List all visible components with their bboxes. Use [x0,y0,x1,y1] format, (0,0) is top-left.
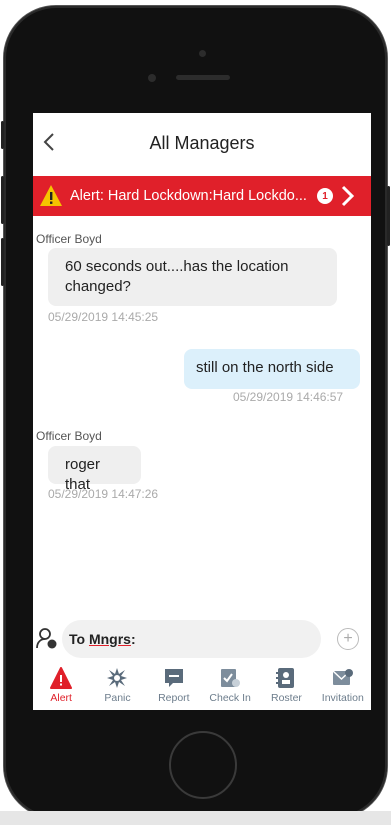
speaker-grille [176,75,230,80]
tab-label: Check In [209,692,251,704]
tab-report[interactable]: Report [146,663,202,710]
tab-bar: Alert Panic Report Check In Roster Invit… [33,663,371,710]
message-timestamp: 05/29/2019 14:47:26 [48,487,159,501]
message-bubble-incoming: roger that [48,446,141,493]
volume-down-button [1,238,4,286]
tab-label: Alert [50,692,72,704]
tab-label: Roster [271,692,302,704]
tab-label: Panic [104,692,131,704]
alert-banner[interactable]: Alert: Hard Lockdown:Hard Lockdo... 1 [33,176,371,216]
message-timestamp: 05/29/2019 14:45:25 [48,310,159,324]
roster-icon [276,668,295,688]
front-camera [148,74,156,82]
message-bubble-incoming: 60 seconds out....has the location chang… [48,248,337,306]
back-button[interactable] [39,129,59,155]
recipient-label: To Mngrs: [69,631,136,647]
header: All Managers [33,113,371,173]
alert-count-badge: 1 [317,188,333,204]
home-button[interactable] [169,731,237,799]
message-sender: Officer Boyd [36,429,102,443]
app-screen: All Managers Alert: Hard Lockdown:Hard L… [33,113,371,710]
volume-up-button [1,176,4,224]
side-button [1,121,4,149]
camera-dot [199,50,206,57]
recipient-suffix: : [130,631,136,647]
check-in-icon [221,669,241,687]
message-sender: Officer Boyd [36,232,102,246]
recipient-prefix: To [69,631,89,647]
chevron-left-icon [43,133,54,151]
background-strip [0,811,391,825]
composer: To Mngrs: + [33,617,371,659]
page-title: All Managers [149,132,255,153]
report-icon [164,669,183,687]
tab-invitation[interactable]: Invitation [315,663,371,710]
tab-label: Report [158,692,190,704]
power-button [387,186,390,246]
alert-icon [50,667,73,689]
tab-roster[interactable]: Roster [258,663,314,710]
warning-icon [40,185,62,206]
alert-text: Alert: Hard Lockdown:Hard Lockdo... [70,188,307,204]
contact-icon[interactable] [36,627,58,649]
tab-panic[interactable]: Panic [89,663,145,710]
invitation-icon [332,669,353,685]
message-timestamp: 05/29/2019 14:46:57 [233,390,344,404]
message-input[interactable]: To Mngrs: [62,620,321,658]
panic-icon [107,668,128,688]
add-attachment-button[interactable]: + [337,628,359,650]
tab-alert[interactable]: Alert [33,663,89,710]
message-bubble-outgoing: still on the north side [184,349,360,389]
recipient-target: Mngrs [88,631,131,647]
tab-check-in[interactable]: Check In [202,663,258,710]
tab-label: Invitation [321,692,364,704]
chevron-right-icon[interactable] [340,185,354,207]
